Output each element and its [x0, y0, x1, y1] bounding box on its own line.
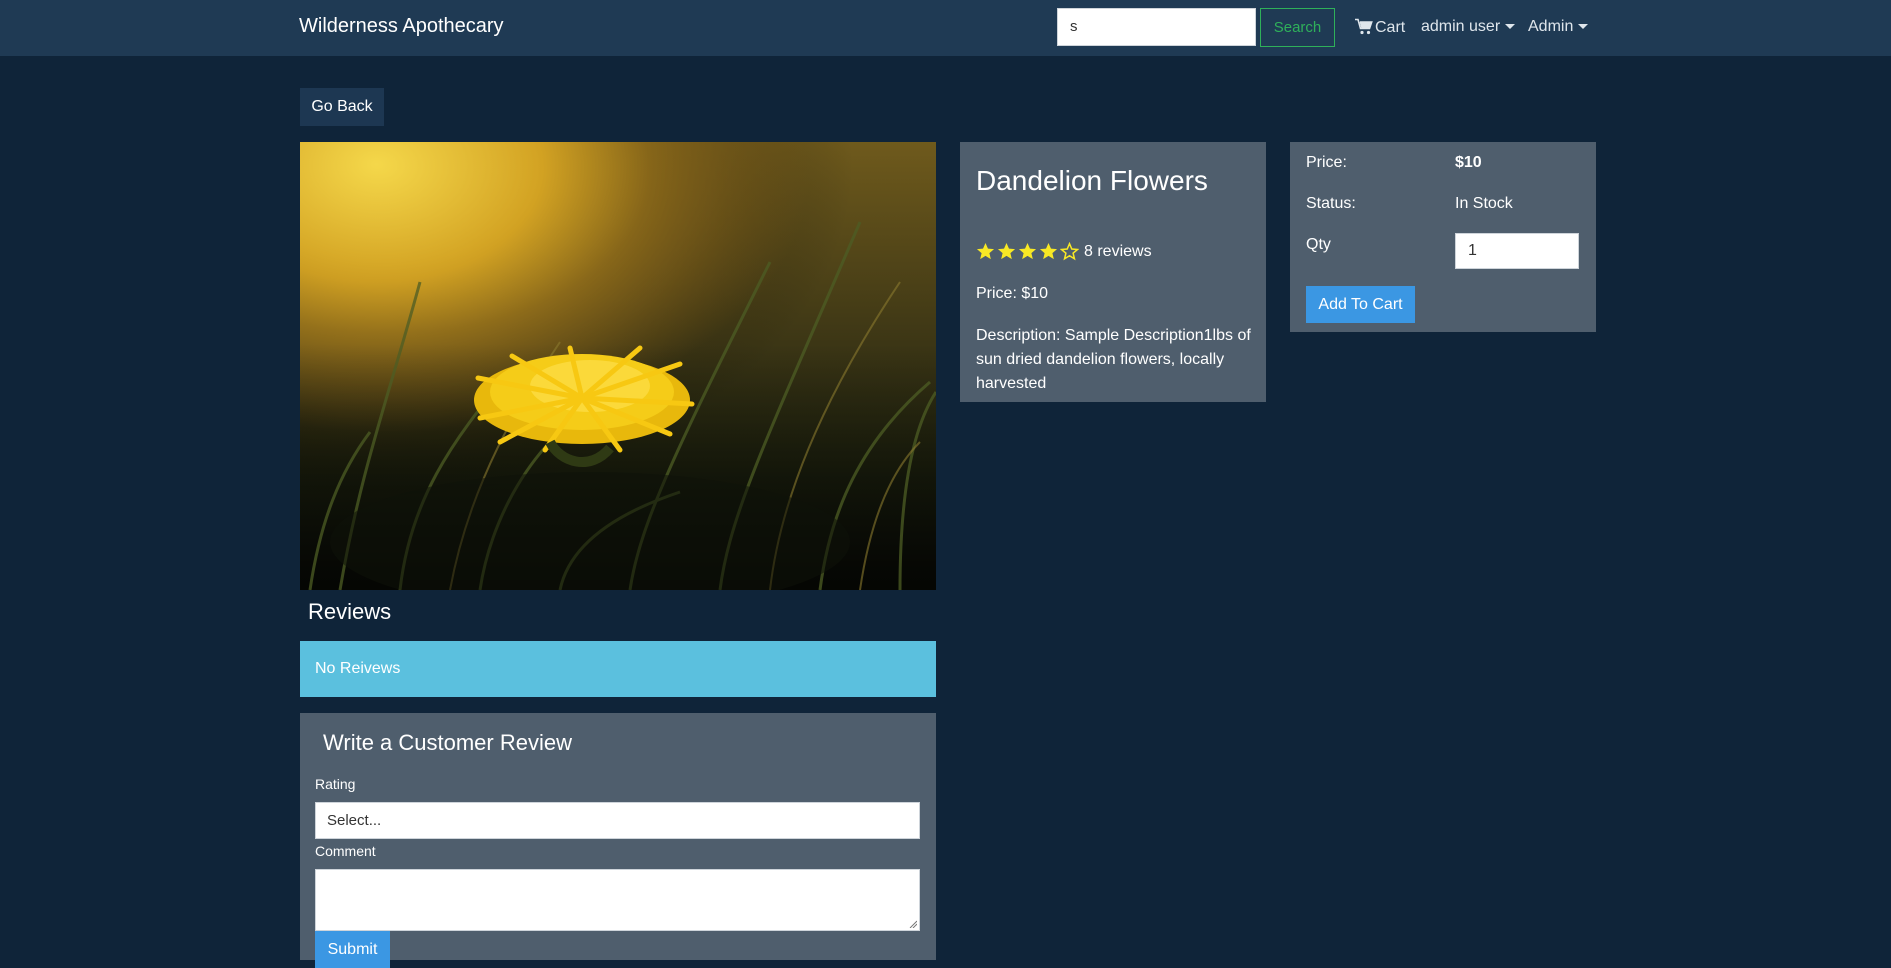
- price-label: Price:: [1306, 154, 1347, 171]
- star-filled-icon: [1018, 242, 1037, 260]
- shopping-cart-icon: [1355, 18, 1373, 35]
- product-title: Dandelion Flowers: [976, 165, 1208, 196]
- star-filled-icon: [997, 242, 1016, 260]
- search-button[interactable]: Search: [1260, 8, 1335, 47]
- navbar: Wilderness Apothecary s Search Cart admi…: [0, 0, 1891, 56]
- user-menu-label: admin user: [1421, 18, 1501, 35]
- submit-review-button[interactable]: Submit: [315, 931, 390, 968]
- product-price: Price: $10: [976, 285, 1049, 302]
- rating-select[interactable]: Select...: [315, 802, 920, 839]
- star-filled-icon: [976, 242, 995, 260]
- qty-select[interactable]: 1: [1455, 233, 1579, 269]
- product-description: Description: Sample Description1lbs of s…: [976, 327, 1251, 392]
- chevron-down-icon: [1578, 24, 1589, 30]
- product-image: [300, 142, 936, 590]
- review-form-title: Write a Customer Review: [323, 730, 572, 755]
- resize-grip-icon[interactable]: [909, 920, 917, 928]
- rating-label: Rating: [315, 776, 356, 792]
- reviews-heading: Reviews: [308, 599, 392, 624]
- admin-menu-dropdown[interactable]: Admin: [1528, 18, 1589, 36]
- qty-label: Qty: [1306, 236, 1331, 253]
- status-label: Status:: [1306, 195, 1356, 212]
- nav-cart-link[interactable]: Cart: [1355, 18, 1405, 37]
- user-menu-dropdown[interactable]: admin user: [1421, 18, 1516, 36]
- search-input[interactable]: s: [1057, 8, 1256, 46]
- reviews-count: 8 reviews: [1084, 242, 1152, 260]
- add-to-cart-button[interactable]: Add To Cart: [1306, 286, 1415, 323]
- comment-textarea[interactable]: [315, 869, 920, 931]
- chevron-down-icon: [1505, 24, 1516, 30]
- dandelion-photo: [300, 142, 936, 590]
- admin-menu-label: Admin: [1528, 18, 1574, 35]
- comment-label: Comment: [315, 843, 376, 859]
- go-back-button[interactable]: Go Back: [300, 88, 384, 126]
- star-filled-icon: [1039, 242, 1058, 260]
- review-form: Write a Customer Review Rating Select...…: [300, 713, 936, 968]
- purchase-card: Price: $10 Status: In Stock Qty 1 Add To…: [1290, 142, 1596, 332]
- cart-label: Cart: [1375, 19, 1406, 36]
- brand-logo[interactable]: Wilderness Apothecary: [299, 15, 504, 38]
- product-rating: 8 reviews: [976, 242, 1152, 261]
- no-reviews-alert: No Reivews: [300, 641, 936, 697]
- status-value: In Stock: [1455, 195, 1513, 212]
- price-value: $10: [1455, 154, 1482, 171]
- star-empty-icon: [1060, 242, 1079, 261]
- product-info-card: Dandelion Flowers 8 reviews Price: $10 D…: [960, 142, 1266, 402]
